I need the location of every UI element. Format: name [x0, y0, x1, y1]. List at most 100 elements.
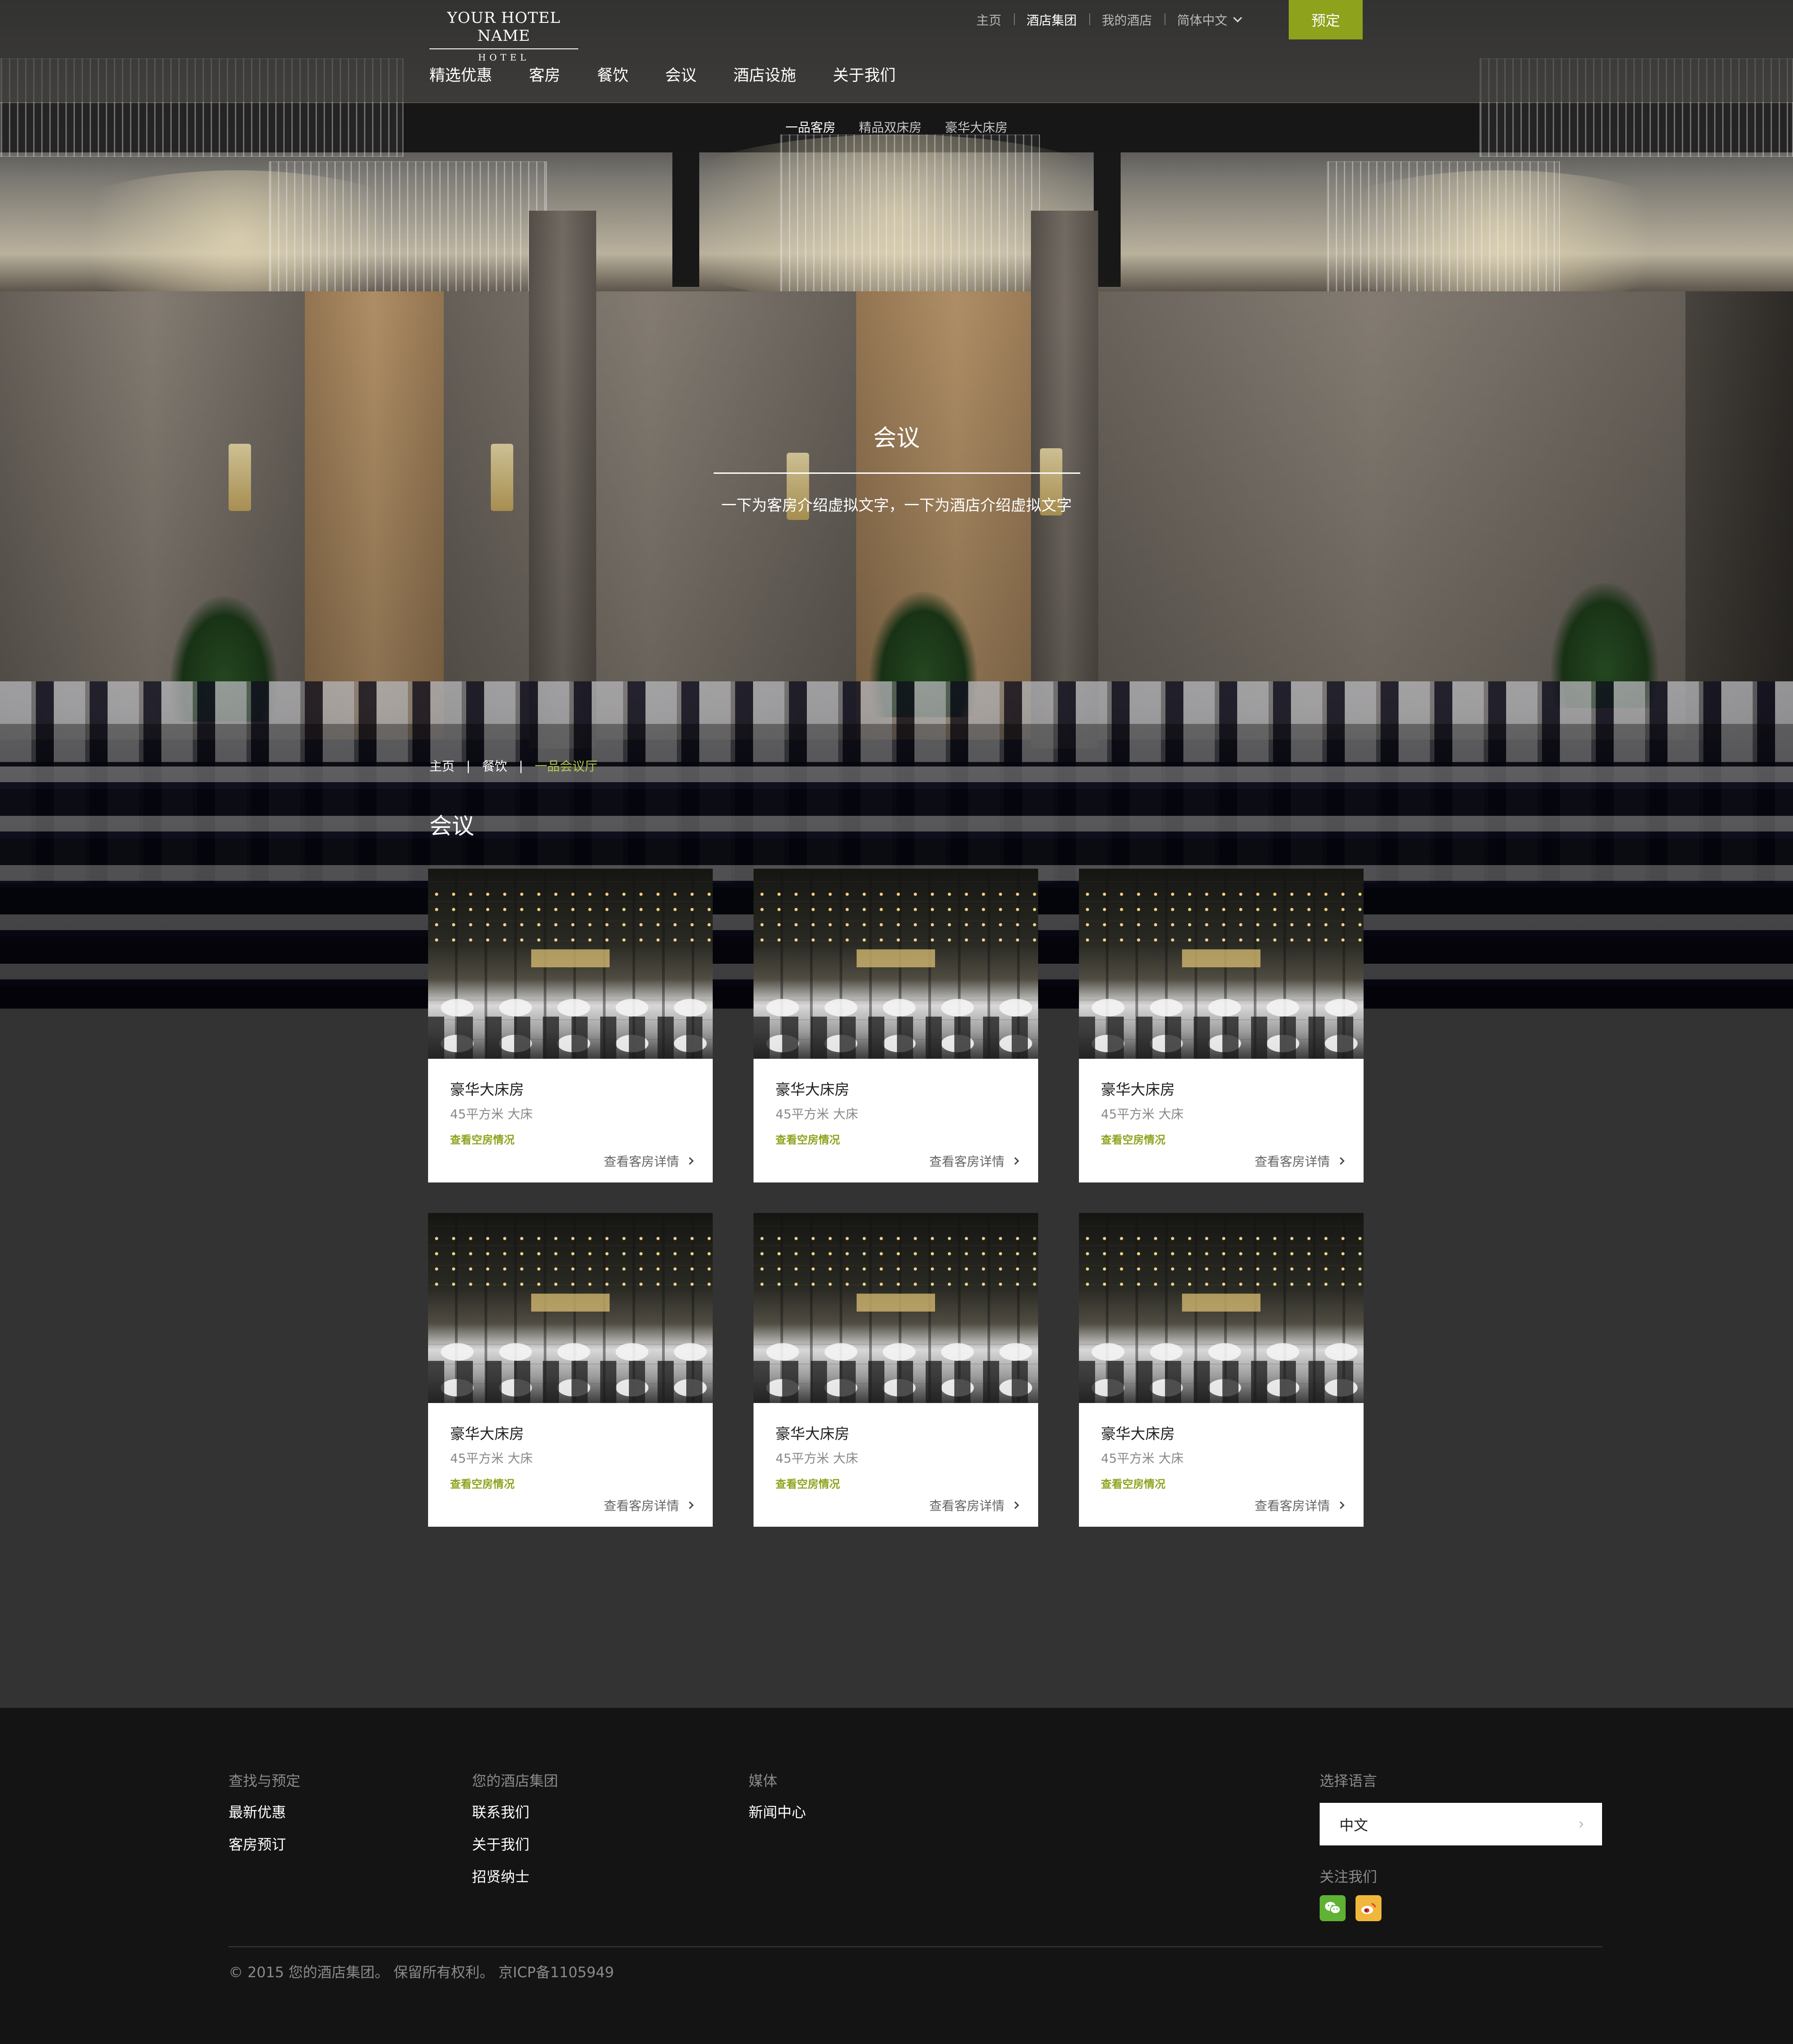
hero-title: 会议 [873, 425, 920, 452]
sub-nav: 一品客房 精品双床房 豪华大床房 [0, 102, 1793, 152]
room-details-link[interactable]: 查看客房详情 [1254, 1152, 1345, 1170]
follow-heading: 关注我们 [1320, 1868, 1377, 1885]
hero-description: 一下为客房介绍虚拟文字，一下为酒店介绍虚拟文字 [721, 497, 1072, 515]
room-image[interactable] [428, 1213, 713, 1403]
check-availability-link[interactable]: 查看空房情况 [450, 1475, 515, 1491]
chevron-right-icon [1011, 1501, 1019, 1509]
footer-link-contact[interactable]: 联系我们 [472, 1801, 558, 1822]
language-select[interactable]: 简体中文 [1165, 11, 1253, 29]
footer-heading: 选择语言 [1320, 1772, 1377, 1789]
nav-item-meetings[interactable]: 会议 [665, 63, 697, 86]
breadcrumb-dining[interactable]: 餐饮 [482, 757, 507, 775]
room-info: 45平方米 大床 [775, 1107, 858, 1122]
room-card[interactable]: 豪华大床房 45平方米 大床 查看空房情况 查看客房详情 [428, 869, 713, 1182]
nav-item-rooms[interactable]: 客房 [529, 63, 560, 86]
nav-item-about[interactable]: 关于我们 [833, 63, 896, 86]
footer-column-group: 您的酒店集团 联系我们 关于我们 招贤纳士 [472, 1770, 558, 1898]
room-details-label: 查看客房详情 [1254, 1498, 1330, 1513]
breadcrumb-separator: | [519, 758, 523, 773]
check-availability-link[interactable]: 查看空房情况 [1101, 1475, 1165, 1491]
room-info: 45平方米 大床 [450, 1107, 533, 1122]
footer-heading: 查找与预定 [229, 1772, 301, 1789]
site-header: YOUR HOTEL NAME HOTEL 主页 酒店集团 我的酒店 简体中文 … [0, 0, 1793, 102]
room-details-link[interactable]: 查看客房详情 [603, 1152, 694, 1170]
room-name: 豪华大床房 [450, 1081, 524, 1098]
chevron-right-icon [1011, 1157, 1019, 1165]
check-availability-link[interactable]: 查看空房情况 [450, 1131, 515, 1147]
hotel-logo[interactable]: YOUR HOTEL NAME HOTEL [429, 9, 578, 63]
check-availability-link[interactable]: 查看空房情况 [775, 1475, 840, 1491]
top-link-hotel-group[interactable]: 酒店集团 [1014, 11, 1089, 29]
top-links: 主页 酒店集团 我的酒店 简体中文 [964, 0, 1253, 39]
room-details-link[interactable]: 查看客房详情 [603, 1496, 694, 1514]
footer-link-news[interactable]: 新闻中心 [749, 1801, 806, 1822]
footer-link-careers[interactable]: 招贤纳士 [472, 1866, 558, 1886]
footer-language-select[interactable]: 中文 [1320, 1803, 1602, 1845]
wechat-glyph [1325, 1902, 1341, 1914]
hero-divider [714, 472, 1080, 474]
subnav-item-premium-room[interactable]: 一品客房 [785, 118, 836, 136]
breadcrumb-separator: | [466, 758, 471, 773]
room-card[interactable]: 豪华大床房 45平方米 大床 查看空房情况 查看客房详情 [754, 1213, 1038, 1527]
copyright: © 2015 您的酒店集团。 保留所有权利。 京ICP备1105949 [229, 1964, 614, 1981]
chevron-down-icon [1233, 13, 1242, 22]
room-card[interactable]: 豪华大床房 45平方米 大床 查看空房情况 查看客房详情 [428, 1213, 713, 1527]
check-availability-link[interactable]: 查看空房情况 [775, 1131, 840, 1147]
check-availability-link[interactable]: 查看空房情况 [1101, 1131, 1165, 1147]
room-image[interactable] [754, 869, 1038, 1059]
room-image[interactable] [428, 869, 713, 1059]
top-link-my-hotel[interactable]: 我的酒店 [1089, 11, 1165, 29]
site-footer [0, 1708, 1793, 2044]
room-name: 豪华大床房 [450, 1425, 524, 1442]
room-grid: 豪华大床房 45平方米 大床 查看空房情况 查看客房详情 豪华大床房 45平方米… [428, 869, 1365, 1527]
subnav-item-deluxe-king[interactable]: 豪华大床房 [945, 118, 1008, 136]
room-card[interactable]: 豪华大床房 45平方米 大床 查看空房情况 查看客房详情 [1079, 1213, 1364, 1527]
chevron-right-icon [686, 1157, 694, 1165]
nav-item-offers[interactable]: 精选优惠 [429, 63, 492, 86]
footer-link-about[interactable]: 关于我们 [472, 1833, 558, 1854]
room-details-link[interactable]: 查看客房详情 [929, 1496, 1019, 1514]
chevron-right-icon [686, 1501, 694, 1509]
subnav-item-twin-room[interactable]: 精品双床房 [859, 118, 922, 136]
chevron-right-icon [1337, 1157, 1345, 1165]
footer-divider [229, 1946, 1602, 1947]
main-nav: 精选优惠 客房 餐饮 会议 酒店设施 关于我们 [429, 63, 932, 86]
footer-link-reservations[interactable]: 客房预订 [229, 1833, 300, 1854]
section-title: 会议 [429, 813, 474, 839]
footer-column-booking: 查找与预定 最新优惠 客房预订 [229, 1770, 300, 1866]
footer-column-language: 选择语言 [1320, 1770, 1377, 1801]
weibo-glyph [1361, 1903, 1376, 1914]
room-details-label: 查看客房详情 [603, 1154, 679, 1169]
room-info: 45平方米 大床 [775, 1451, 858, 1466]
weibo-icon[interactable] [1356, 1895, 1382, 1921]
footer-heading: 您的酒店集团 [472, 1772, 559, 1789]
room-card[interactable]: 豪华大床房 45平方米 大床 查看空房情况 查看客房详情 [754, 869, 1038, 1182]
room-name: 豪华大床房 [775, 1081, 849, 1098]
nav-item-facilities[interactable]: 酒店设施 [733, 63, 796, 86]
breadcrumb-home[interactable]: 主页 [429, 757, 455, 775]
room-details-link[interactable]: 查看客房详情 [1254, 1496, 1345, 1514]
room-info: 45平方米 大床 [1101, 1451, 1184, 1466]
breadcrumb-current: 一品会议厅 [534, 759, 598, 774]
wechat-icon[interactable] [1320, 1895, 1346, 1921]
footer-column-media: 媒体 新闻中心 [749, 1770, 806, 1833]
room-name: 豪华大床房 [775, 1425, 849, 1442]
room-image[interactable] [754, 1213, 1038, 1403]
room-info: 45平方米 大床 [450, 1451, 533, 1466]
nav-item-dining[interactable]: 餐饮 [597, 63, 628, 86]
footer-heading: 媒体 [749, 1772, 778, 1789]
top-link-home[interactable]: 主页 [964, 11, 1014, 29]
room-details-label: 查看客房详情 [603, 1498, 679, 1513]
room-details-label: 查看客房详情 [1254, 1154, 1330, 1169]
room-details-link[interactable]: 查看客房详情 [929, 1152, 1019, 1170]
room-card[interactable]: 豪华大床房 45平方米 大床 查看空房情况 查看客房详情 [1079, 869, 1364, 1182]
room-info: 45平方米 大床 [1101, 1107, 1184, 1122]
footer-link-offers[interactable]: 最新优惠 [229, 1801, 300, 1822]
breadcrumb: 主页 | 餐饮 | 一品会议厅 [429, 757, 598, 775]
room-image[interactable] [1079, 869, 1364, 1059]
logo-name: YOUR HOTEL NAME [429, 9, 578, 49]
book-button[interactable]: 预定 [1289, 0, 1363, 39]
chevron-right-icon [1576, 1821, 1584, 1827]
room-image[interactable] [1079, 1213, 1364, 1403]
room-details-label: 查看客房详情 [929, 1154, 1005, 1169]
